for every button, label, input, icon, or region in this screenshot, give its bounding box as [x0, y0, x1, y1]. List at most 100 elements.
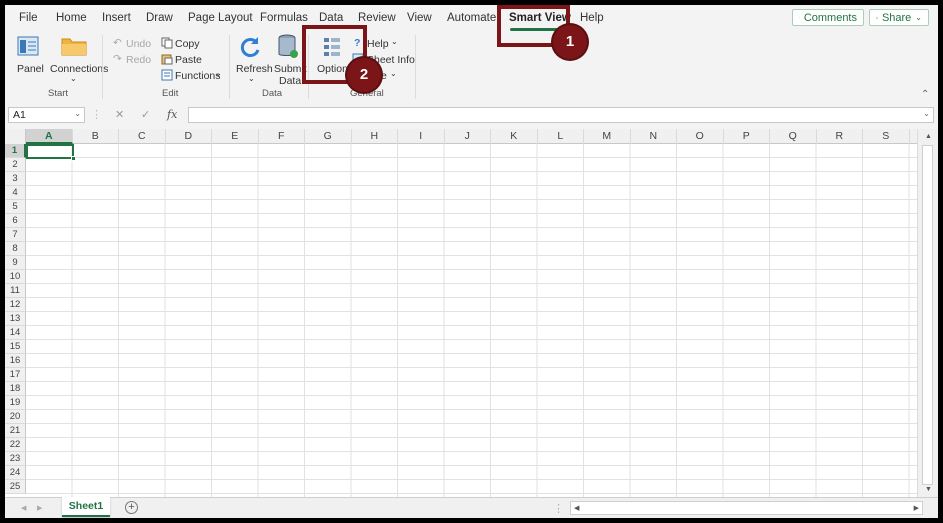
- cell-area[interactable]: [26, 144, 917, 497]
- row-header-18[interactable]: 18: [5, 382, 26, 396]
- row-header-24[interactable]: 24: [5, 466, 26, 480]
- share-button[interactable]: Share ⌄: [869, 9, 929, 26]
- formula-bar: A1 ⌄ ⋮ ✕ ✓ fx ⌄: [5, 105, 938, 125]
- scroll-up-icon[interactable]: ▲: [925, 133, 932, 140]
- comment-icon: [799, 17, 800, 18]
- row-header-22[interactable]: 22: [5, 438, 26, 452]
- horizontal-scrollbar[interactable]: ◀ ▶: [570, 501, 923, 515]
- sheet-tab-sheet1[interactable]: Sheet1: [62, 497, 110, 517]
- row-header-10[interactable]: 10: [5, 270, 26, 284]
- functions-chevron-icon: ⌄: [215, 69, 222, 78]
- row-header-8[interactable]: 8: [5, 242, 26, 256]
- menu-page-layout[interactable]: Page Layout: [188, 12, 253, 24]
- scroll-left-icon[interactable]: ◀: [574, 504, 579, 512]
- tab-next-icon[interactable]: ▶: [37, 504, 42, 512]
- column-header-i[interactable]: I: [398, 129, 445, 144]
- row-header-23[interactable]: 23: [5, 452, 26, 466]
- column-header-m[interactable]: M: [584, 129, 631, 144]
- row-header-3[interactable]: 3: [5, 172, 26, 186]
- row-header-25[interactable]: 25: [5, 480, 26, 494]
- tab-split-grip-icon[interactable]: ⋮: [553, 502, 564, 515]
- refresh-chevron-icon: ⌄: [248, 74, 255, 83]
- active-cell-a1[interactable]: [26, 144, 74, 159]
- row-header-20[interactable]: 20: [5, 410, 26, 424]
- row-header-9[interactable]: 9: [5, 256, 26, 270]
- row-header-4[interactable]: 4: [5, 186, 26, 200]
- ribbon: Panel Connections ⌄ Start ↶ Undo ↷ Redo …: [5, 31, 938, 103]
- comments-button[interactable]: Comments: [792, 9, 864, 26]
- menu-automate[interactable]: Automate: [447, 12, 496, 24]
- column-header-e[interactable]: E: [212, 129, 259, 144]
- collapse-ribbon-icon[interactable]: ⌃: [921, 89, 929, 100]
- column-header-d[interactable]: D: [166, 129, 212, 144]
- row-header-2[interactable]: 2: [5, 158, 26, 172]
- sheet-tab-bar: ◀ ▶ Sheet1 + ⋮ ◀ ▶: [5, 497, 938, 518]
- cancel-icon[interactable]: ✕: [115, 108, 124, 121]
- column-header-h[interactable]: H: [352, 129, 398, 144]
- column-header-o[interactable]: O: [677, 129, 724, 144]
- column-header-q[interactable]: Q: [770, 129, 817, 144]
- row-header-1[interactable]: 1: [5, 144, 26, 158]
- row-header-5[interactable]: 5: [5, 200, 26, 214]
- column-header-c[interactable]: C: [119, 129, 166, 144]
- enter-icon[interactable]: ✓: [141, 108, 150, 121]
- add-sheet-icon: +: [128, 501, 135, 513]
- add-sheet-button[interactable]: +: [125, 501, 138, 514]
- menu-data[interactable]: Data: [319, 12, 343, 24]
- column-header-a[interactable]: A: [26, 129, 73, 144]
- row-header-14[interactable]: 14: [5, 326, 26, 340]
- group-label-edit: Edit: [162, 88, 179, 99]
- formula-expand-chevron-icon: ⌄: [923, 109, 930, 118]
- ribbon-separator: [229, 35, 230, 99]
- formula-input[interactable]: ⌄: [188, 107, 934, 123]
- menu-home[interactable]: Home: [56, 12, 87, 24]
- menu-view[interactable]: View: [407, 12, 432, 24]
- row-header-17[interactable]: 17: [5, 368, 26, 382]
- menu-review[interactable]: Review: [358, 12, 396, 24]
- group-label-start: Start: [48, 88, 69, 99]
- row-header-21[interactable]: 21: [5, 424, 26, 438]
- column-header-g[interactable]: G: [305, 129, 352, 144]
- vertical-scroll-thumb[interactable]: [922, 145, 933, 485]
- undo-label: Undo: [126, 38, 152, 50]
- column-header-l[interactable]: L: [538, 129, 584, 144]
- menu-draw[interactable]: Draw: [146, 12, 173, 24]
- copy-icon: [161, 37, 173, 49]
- row-header-16[interactable]: 16: [5, 354, 26, 368]
- column-header-b[interactable]: B: [73, 129, 119, 144]
- row-header-13[interactable]: 13: [5, 312, 26, 326]
- row-header-6[interactable]: 6: [5, 214, 26, 228]
- row-header-12[interactable]: 12: [5, 298, 26, 312]
- column-header-s[interactable]: S: [863, 129, 910, 144]
- name-box[interactable]: A1 ⌄: [8, 107, 85, 123]
- tab-prev-icon[interactable]: ◀: [21, 504, 26, 512]
- vertical-scrollbar[interactable]: ▲ ▼: [917, 129, 938, 497]
- fill-handle[interactable]: [71, 156, 76, 161]
- share-chevron-icon: ⌄: [915, 13, 922, 22]
- column-header-j[interactable]: J: [445, 129, 491, 144]
- column-header-p[interactable]: P: [724, 129, 770, 144]
- row-header-19[interactable]: 19: [5, 396, 26, 410]
- select-all-corner[interactable]: [5, 129, 26, 144]
- row-header-11[interactable]: 11: [5, 284, 26, 298]
- column-header-f[interactable]: F: [259, 129, 305, 144]
- row-header-15[interactable]: 15: [5, 340, 26, 354]
- row-header-7[interactable]: 7: [5, 228, 26, 242]
- column-header-n[interactable]: N: [631, 129, 677, 144]
- menu-file[interactable]: File: [19, 12, 38, 24]
- ribbon-separator: [415, 35, 416, 99]
- column-header-r[interactable]: R: [817, 129, 863, 144]
- menu-help[interactable]: Help: [580, 12, 604, 24]
- menu-bar: File Home Insert Draw Page Layout Formul…: [5, 5, 938, 31]
- menu-insert[interactable]: Insert: [102, 12, 131, 24]
- scroll-right-icon[interactable]: ▶: [914, 504, 919, 512]
- scroll-down-icon[interactable]: ▼: [925, 486, 932, 493]
- column-headers: ABCDEFGHIJKLMNOPQRS: [5, 129, 938, 144]
- name-box-chevron-icon: ⌄: [74, 109, 81, 118]
- redo-label: Redo: [126, 54, 152, 66]
- insert-function-icon[interactable]: fx: [167, 108, 177, 121]
- callout-badge-2: 2: [347, 58, 381, 92]
- menu-formulas[interactable]: Formulas: [260, 12, 308, 24]
- column-header-k[interactable]: K: [491, 129, 538, 144]
- name-box-value: A1: [13, 109, 26, 121]
